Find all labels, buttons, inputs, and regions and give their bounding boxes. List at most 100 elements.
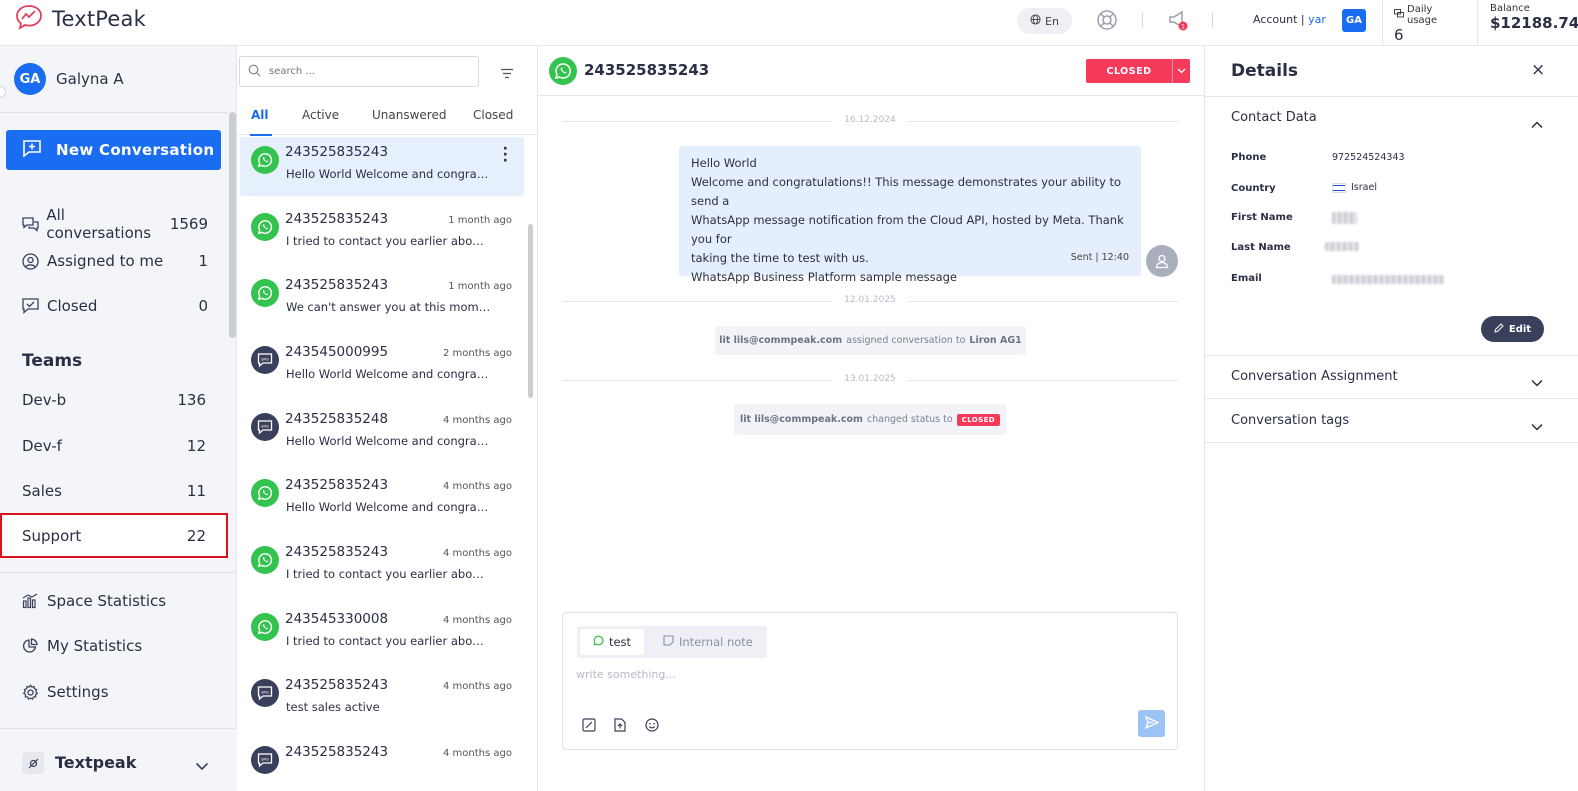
nav-count: 0: [198, 297, 208, 315]
list-item[interactable]: 243525835243 4 months ago I tried to conta…: [240, 537, 524, 596]
balance-value: $12188.74: [1490, 14, 1578, 32]
list-item[interactable]: 243525835243 · · · Hello World Welcome and c…: [240, 137, 524, 196]
account-label: Account |: [1253, 13, 1305, 26]
new-chat-icon: [22, 139, 42, 161]
svg-text:SMS: SMS: [261, 358, 269, 362]
more-options-icon[interactable]: · · ·: [503, 142, 508, 168]
sidebar-scrollbar[interactable]: [229, 112, 236, 338]
tab-closed[interactable]: Closed: [473, 108, 513, 122]
section-conversation-tags[interactable]: Conversation tags: [1231, 413, 1349, 428]
israel-flag-icon: [1332, 182, 1346, 193]
sidebar: GA Galyna A New Conversation All convers…: [0, 46, 237, 791]
language-selector[interactable]: En: [1017, 8, 1072, 34]
nav-all-conversations[interactable]: All conversations 1569: [22, 206, 208, 242]
nav-my-statistics[interactable]: My Statistics: [22, 637, 208, 655]
account-link[interactable]: Account | yar: [1253, 13, 1326, 26]
team-dev-b[interactable]: Dev-b 136: [22, 391, 206, 409]
list-scrollbar[interactable]: [528, 224, 533, 398]
chevron-down-icon[interactable]: [1531, 372, 1543, 391]
chevron-down-icon[interactable]: [1172, 59, 1190, 83]
details-panel: Details × Contact Data Phone 97252452434…: [1204, 46, 1578, 791]
team-dev-f[interactable]: Dev-f 12: [22, 437, 206, 455]
team-sales[interactable]: Sales 11: [22, 482, 206, 500]
workspace-switcher[interactable]: Textpeak: [0, 728, 237, 791]
country-text: Israel: [1351, 182, 1377, 193]
tab-active[interactable]: Active: [302, 108, 339, 122]
tab-unanswered[interactable]: Unanswered: [372, 108, 446, 122]
section-conversation-assignment[interactable]: Conversation Assignment: [1231, 369, 1398, 384]
user-profile[interactable]: GA Galyna A: [14, 63, 124, 95]
tab-all[interactable]: All: [251, 108, 269, 122]
conversation-number: 243525835243: [285, 277, 389, 293]
app-name: TextPeak: [52, 7, 146, 31]
date-label: 16.12.2024: [832, 115, 908, 125]
support-lifebuoy-icon[interactable]: [1096, 9, 1118, 35]
system-text: assigned conversation to: [846, 335, 966, 346]
filter-icon[interactable]: [500, 64, 514, 83]
search-box[interactable]: [239, 56, 479, 87]
whatsapp-icon: [251, 546, 279, 574]
conversation-tabs: All Active Unanswered Closed: [237, 108, 537, 135]
chevron-down-icon[interactable]: [195, 756, 209, 775]
conversation-time: 4 months ago: [443, 681, 512, 692]
edit-contact-button[interactable]: Edit: [1481, 316, 1544, 342]
conversation-preview: I tried to contact you earlier about you…: [286, 567, 491, 581]
message-line: Welcome and congratulations!! This messa…: [691, 175, 1122, 208]
section-contact-data[interactable]: Contact Data: [1231, 110, 1317, 125]
nav-assigned-to-me[interactable]: Assigned to me 1: [22, 252, 208, 270]
system-user: lit lils@commpeak.com: [719, 335, 843, 346]
message-input[interactable]: write something...: [576, 668, 676, 681]
list-item[interactable]: SMS 243525835248 4 months ago Hello World W…: [240, 404, 524, 463]
tab-channel-test[interactable]: test: [580, 629, 644, 655]
system-target: Liron AG1: [969, 335, 1022, 346]
team-label: Dev-b: [22, 391, 67, 409]
check-chat-icon: [22, 298, 40, 314]
megaphone-icon[interactable]: 1: [1167, 8, 1191, 36]
close-icon[interactable]: ×: [1531, 60, 1545, 80]
nav-label: All conversations: [46, 206, 152, 242]
attach-file-icon[interactable]: [614, 717, 626, 736]
search-icon: [248, 62, 261, 81]
team-support[interactable]: Support 22: [22, 527, 206, 545]
svg-text:SMS: SMS: [261, 758, 269, 762]
nav-label: Closed: [47, 297, 98, 315]
bar-chart-icon: [22, 593, 40, 609]
template-icon[interactable]: [582, 717, 596, 736]
team-count: 136: [177, 391, 206, 409]
emoji-icon[interactable]: [645, 717, 659, 736]
chevron-up-icon[interactable]: [1531, 114, 1543, 133]
user-name: Galyna A: [56, 70, 124, 88]
new-conversation-button[interactable]: New Conversation: [6, 130, 221, 170]
status-dropdown[interactable]: CLOSED: [1086, 59, 1190, 83]
user-avatar[interactable]: GA: [1342, 9, 1366, 32]
list-item[interactable]: SMS 243525835243 4 months ago: [240, 737, 524, 791]
system-text: changed status to: [866, 414, 953, 425]
list-item[interactable]: SMS 243545000995 2 months ago Hello World W…: [240, 337, 524, 396]
search-input[interactable]: [269, 66, 459, 77]
conversation-preview: test sales active: [286, 700, 380, 714]
list-item[interactable]: SMS 243525835243 4 months ago test sales ac…: [240, 670, 524, 729]
team-count: 11: [186, 482, 206, 500]
chevron-down-icon[interactable]: [1531, 416, 1543, 435]
language-label: En: [1045, 14, 1059, 28]
message-line: WhatsApp message notification from the C…: [691, 213, 1124, 246]
whatsapp-icon: [593, 635, 604, 649]
app-logo[interactable]: TextPeak: [14, 3, 146, 35]
tab-internal-note[interactable]: Internal note: [663, 629, 753, 655]
divider: [0, 112, 228, 113]
nav-closed[interactable]: Closed 0: [22, 297, 208, 315]
send-button[interactable]: [1138, 710, 1165, 737]
nav-settings[interactable]: Settings: [22, 683, 208, 701]
conversation-number: 243525835243: [285, 744, 389, 760]
list-item[interactable]: 243545330008 4 months ago I tried to conta…: [240, 604, 524, 663]
list-item[interactable]: 243525835243 1 month ago We can't answer y…: [240, 270, 524, 329]
field-label: Email: [1231, 273, 1262, 284]
nav-space-statistics[interactable]: Space Statistics: [22, 592, 208, 610]
list-item[interactable]: 243525835243 4 months ago Hello World Welc…: [240, 470, 524, 529]
nav-count: 1569: [169, 215, 208, 233]
sidebar-collapse-handle[interactable]: [0, 86, 6, 98]
conversation-number: 243545330008: [285, 611, 389, 627]
list-item[interactable]: 243525835243 1 month ago I tried to contac…: [240, 204, 524, 263]
date-label: 13.01.2025: [832, 374, 908, 384]
sms-icon: SMS: [251, 346, 279, 374]
